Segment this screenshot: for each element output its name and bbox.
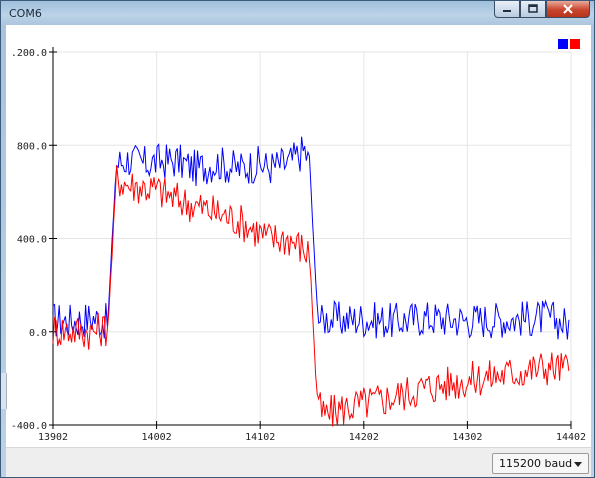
- app-window: COM6 .200.0 800.0 400.0 0.0 -400.0 13902 14002…: [0, 0, 595, 478]
- legend-swatch-1: [558, 39, 568, 49]
- maximize-button[interactable]: [520, 1, 546, 18]
- serial-plotter-area: .200.0 800.0 400.0 0.0 -400.0 13902 14002 14102…: [6, 25, 591, 475]
- series-line-2: [52, 165, 570, 427]
- baud-rate-select[interactable]: 115200 baud: [492, 453, 589, 474]
- minimize-icon: [503, 10, 511, 12]
- baud-rate-value: 115200 baud: [499, 457, 573, 470]
- x-tick-label: 13902: [38, 432, 68, 443]
- window-title: COM6: [9, 7, 42, 20]
- maximize-icon: [528, 4, 538, 13]
- legend-swatch-2: [570, 39, 580, 49]
- y-tick-label: 400.0: [17, 235, 47, 246]
- close-button[interactable]: [546, 1, 590, 18]
- serial-plot: .200.0 800.0 400.0 0.0 -400.013902 14002 14102…: [11, 39, 586, 443]
- chevron-down-icon: [574, 462, 582, 467]
- y-tick-label: -400.0: [11, 421, 47, 432]
- x-tick-label: 14102: [245, 432, 275, 443]
- window-controls: [494, 1, 590, 18]
- x-tick-label: 14402: [556, 432, 586, 443]
- y-tick-label: .200.0: [11, 48, 47, 59]
- plotter-footer: 115200 baud: [6, 447, 591, 477]
- x-tick-label: 14302: [452, 432, 482, 443]
- y-tick-label: 0.0: [29, 328, 47, 339]
- minimize-button[interactable]: [494, 1, 520, 18]
- y-tick-label: 800.0: [17, 141, 47, 152]
- x-tick-label: 14202: [349, 432, 379, 443]
- x-tick-label: 14002: [142, 432, 172, 443]
- left-scrollbar-edge: [1, 373, 7, 409]
- close-icon: [563, 4, 573, 14]
